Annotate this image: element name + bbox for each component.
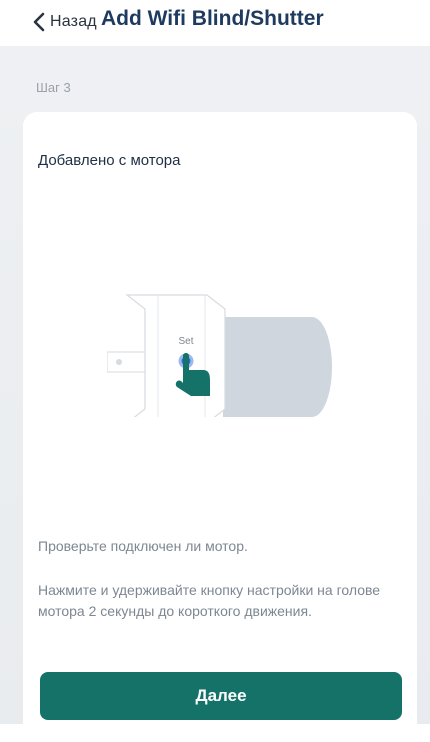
chevron-left-icon	[33, 12, 45, 32]
card-title: Добавлено с мотора	[38, 152, 181, 169]
instruction-card: Добавлено с мотора Set Проверьте подключ…	[23, 112, 417, 742]
instruction-text: Нажмите и удерживайте кнопку настройки н…	[38, 582, 381, 619]
connector-plug	[107, 351, 148, 373]
check-motor-text: Проверьте подключен ли мотор.	[38, 538, 248, 554]
main-content: Шаг 3 Добавлено с мотора Set Проверьте п…	[0, 46, 430, 742]
back-button[interactable]: Назад	[32, 10, 97, 34]
next-button[interactable]: Далее	[40, 672, 402, 720]
page-title: Add Wifi Blind/Shutter	[101, 7, 324, 30]
motor-body	[223, 317, 332, 417]
set-label: Set	[178, 336, 193, 347]
motor-illustration: Set	[107, 294, 332, 417]
back-label: Назад	[50, 13, 97, 30]
header: Назад Add Wifi Blind/Shutter	[0, 0, 430, 46]
step-indicator: Шаг 3	[36, 80, 71, 95]
